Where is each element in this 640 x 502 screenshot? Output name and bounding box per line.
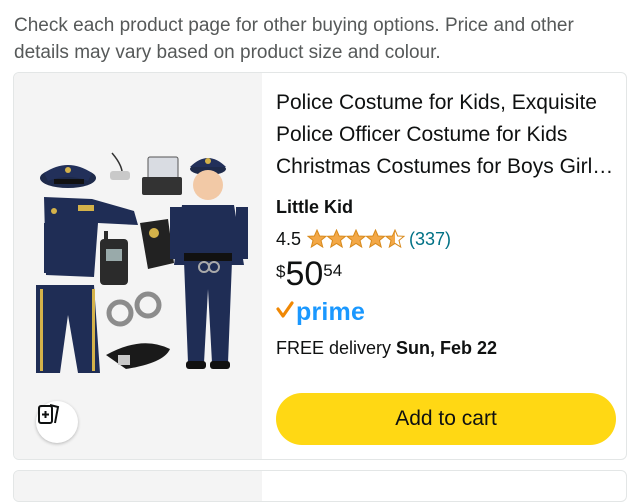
- delivery-date: Sun, Feb 22: [396, 338, 498, 358]
- prime-badge: prime: [276, 297, 618, 327]
- price-fraction: 54: [323, 261, 343, 280]
- delivery-info: FREE delivery Sun, Feb 22: [276, 335, 618, 361]
- compare-button[interactable]: [36, 401, 78, 443]
- price-whole: 50: [285, 255, 324, 293]
- star-half-icon: [385, 229, 405, 248]
- price-symbol: $: [276, 262, 286, 281]
- hat-accessory: [40, 165, 96, 188]
- review-count[interactable]: (337): [409, 227, 451, 251]
- star-icon: [366, 229, 386, 248]
- add-to-cart-button[interactable]: Add to cart: [276, 393, 616, 445]
- product-info: Police Costume for Kids, Exquisite Polic…: [276, 87, 618, 361]
- prime-check-icon: [276, 300, 294, 325]
- delivery-prefix: FREE delivery: [276, 338, 397, 358]
- price: $ 50 54: [276, 257, 618, 291]
- product-size: Little Kid: [276, 197, 353, 217]
- star-icon: [307, 229, 327, 248]
- prime-label: prime: [296, 297, 366, 326]
- next-product-image[interactable]: [14, 471, 262, 501]
- rating-stars: [307, 229, 405, 249]
- star-icon: [327, 229, 347, 248]
- rating-value: 4.5: [276, 229, 302, 249]
- rating-row[interactable]: 4.5 (337): [276, 227, 618, 251]
- product-image[interactable]: [14, 73, 262, 459]
- next-product-card[interactable]: [13, 470, 627, 502]
- product-title[interactable]: Police Costume for Kids, Exquisite Polic…: [276, 87, 618, 183]
- buying-options-notice: Check each product page for other buying…: [14, 15, 574, 63]
- product-card[interactable]: Police Costume for Kids, Exquisite Polic…: [13, 72, 627, 460]
- star-icon: [346, 229, 366, 248]
